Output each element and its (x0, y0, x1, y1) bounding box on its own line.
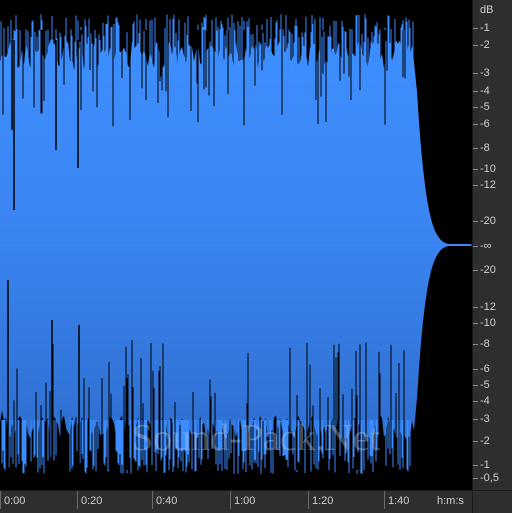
db-tick (473, 91, 478, 92)
db-label: -10 (480, 317, 496, 329)
db-label: -12 (480, 301, 496, 313)
db-tick (473, 401, 478, 402)
db-label: -10 (480, 163, 496, 175)
time-tick (308, 491, 309, 509)
waveform-view: dB -1 -2 -3 -4 -5 -6 -8 -10 -12 -20 -∞ -20 -12 -10 -8 -… (0, 0, 512, 513)
db-tick (473, 478, 478, 479)
db-tick (473, 169, 478, 170)
db-tick (473, 185, 478, 186)
db-tick (473, 323, 478, 324)
db-label: -8 (480, 338, 490, 350)
time-unit-label: h:m:s (437, 495, 464, 507)
time-tick (77, 491, 78, 509)
db-label: -6 (480, 363, 490, 375)
db-tick (473, 246, 478, 247)
db-tick (473, 465, 478, 466)
time-tick (230, 491, 231, 509)
db-label: -5 (480, 379, 490, 391)
waveform-graphic (0, 14, 472, 474)
waveform-canvas[interactable] (0, 0, 472, 490)
db-label: -2 (480, 39, 490, 51)
time-tick (384, 491, 385, 509)
time-tick (152, 491, 153, 509)
db-label: -4 (480, 395, 490, 407)
db-tick (473, 221, 478, 222)
db-label: -2 (480, 435, 490, 447)
db-label: -5 (480, 101, 490, 113)
db-label: -0,5 (480, 472, 499, 484)
db-label: -1 (480, 22, 490, 34)
time-label: 1:40 (388, 495, 410, 507)
db-scale: dB -1 -2 -3 -4 -5 -6 -8 -10 -12 -20 -∞ -20 -12 -10 -8 -… (472, 0, 512, 490)
time-label: 1:00 (234, 495, 256, 507)
db-tick (473, 307, 478, 308)
db-tick (473, 148, 478, 149)
db-tick (473, 385, 478, 386)
db-tick (473, 28, 478, 29)
waveform-body (0, 40, 471, 440)
db-label: -∞ (480, 240, 492, 252)
db-tick (473, 107, 478, 108)
db-tick (473, 419, 478, 420)
db-tick (473, 369, 478, 370)
db-label: -8 (480, 142, 490, 154)
db-label: -12 (480, 179, 496, 191)
db-tick (473, 124, 478, 125)
time-label: 0:40 (156, 495, 178, 507)
db-tick (473, 344, 478, 345)
time-label: 1:20 (312, 495, 334, 507)
db-label: -3 (480, 67, 490, 79)
db-tick (473, 73, 478, 74)
time-label: 0:00 (4, 495, 26, 507)
time-ruler[interactable]: 0:00 0:20 0:40 1:00 1:20 1:40 (0, 490, 472, 513)
db-label: -20 (480, 215, 496, 227)
db-label: -3 (480, 413, 490, 425)
db-tick (473, 270, 478, 271)
time-tick (0, 491, 1, 509)
time-label: 0:20 (81, 495, 103, 507)
db-unit-label: dB (480, 4, 494, 16)
time-unit-corner: h:m:s (437, 490, 512, 513)
db-label: -1 (480, 459, 490, 471)
db-label: -20 (480, 264, 496, 276)
db-label: -4 (480, 85, 490, 97)
db-tick (473, 441, 478, 442)
db-tick (473, 45, 478, 46)
db-label: -6 (480, 118, 490, 130)
